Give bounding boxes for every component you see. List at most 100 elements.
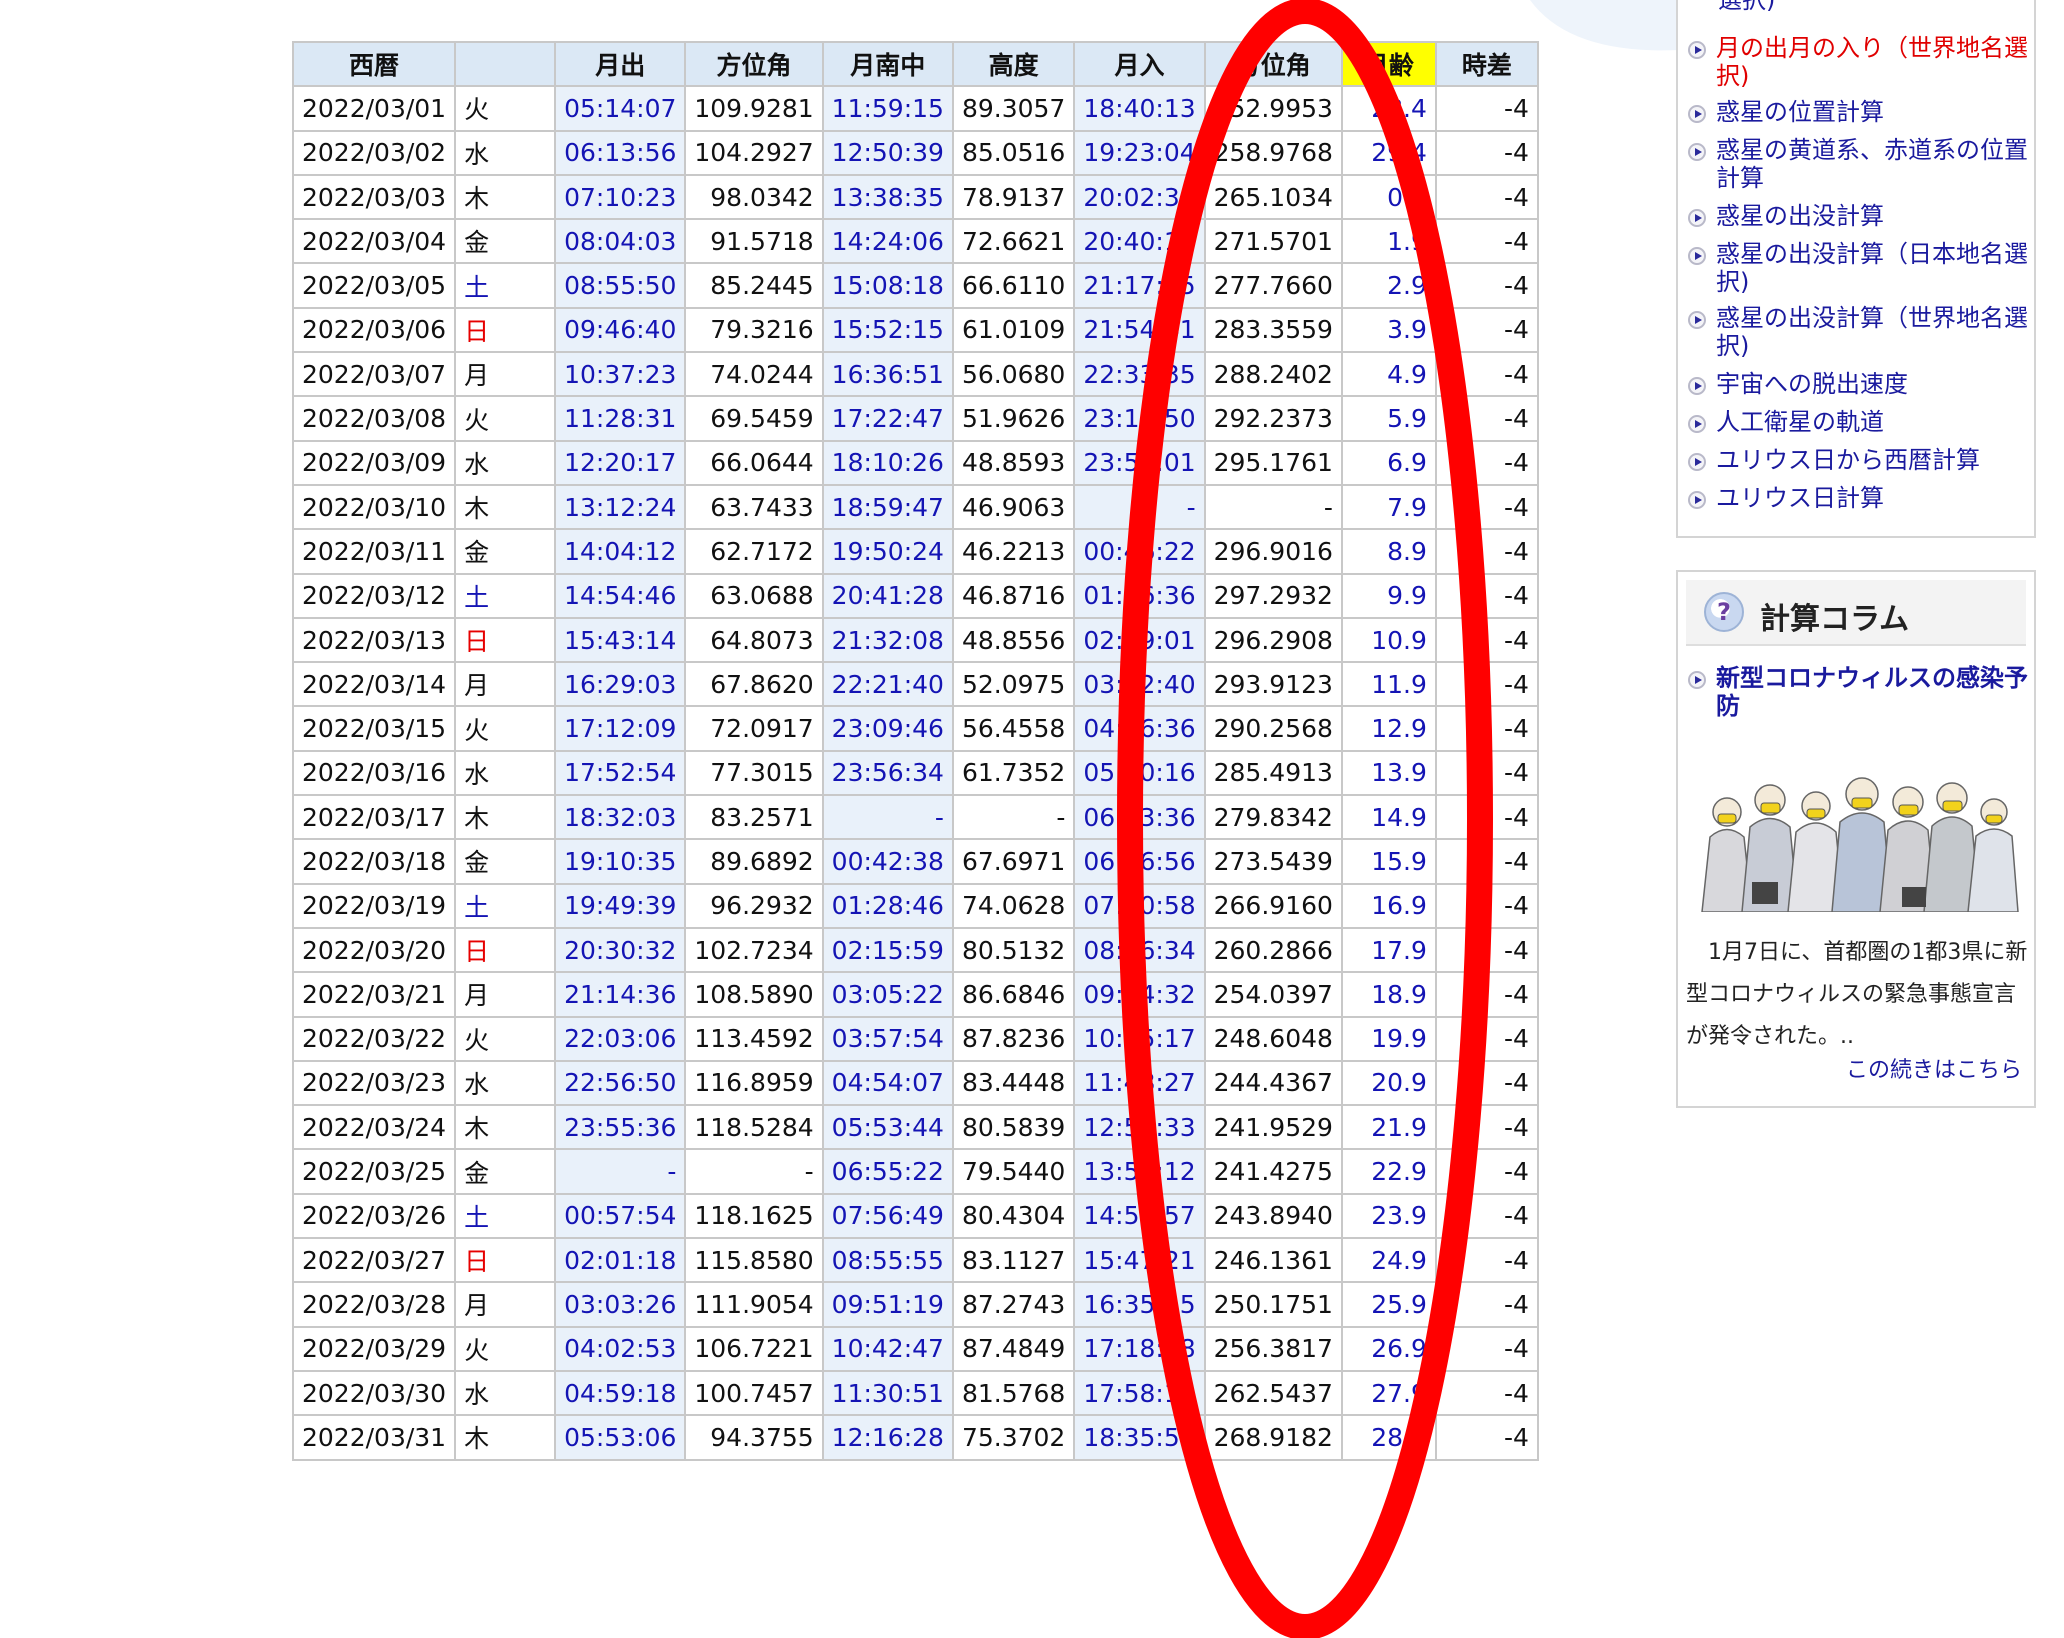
cell-transit[interactable]: 16:36:51 — [821, 351, 954, 398]
cell-moonset[interactable]: 20:40:17 — [1073, 218, 1206, 265]
cell-moonrise[interactable]: 09:46:40 — [554, 306, 687, 354]
cell-moonset[interactable]: 06:03:36 — [1073, 794, 1206, 841]
cell-moonrise[interactable]: 19:10:35 — [554, 838, 687, 885]
cell-moonrise[interactable]: 08:04:03 — [554, 218, 687, 265]
sidebar-item[interactable]: ユリウス日から西暦計算 — [1688, 446, 2028, 474]
sidebar-item[interactable]: 宇宙への脱出速度 — [1688, 370, 2028, 398]
cell-moonrise[interactable]: 18:32:03 — [554, 794, 687, 841]
cell-moonrise[interactable]: 05:53:06 — [554, 1414, 687, 1461]
cell-moonrise[interactable]: 16:29:03 — [554, 661, 687, 708]
cell-moonset[interactable]: 00:46:22 — [1073, 528, 1206, 575]
cell-moonrise[interactable]: 03:03:26 — [554, 1281, 687, 1328]
cell-moon-age[interactable]: 3.9 — [1340, 306, 1437, 354]
cell-moonset[interactable]: 20:02:39 — [1073, 173, 1206, 221]
cell-moonset[interactable]: 17:18:28 — [1073, 1325, 1206, 1372]
cell-moonset[interactable]: 08:46:34 — [1073, 926, 1206, 974]
cell-transit[interactable]: 23:09:46 — [821, 705, 954, 752]
cell-transit[interactable]: 05:53:44 — [821, 1104, 954, 1151]
cell-moonrise[interactable]: 05:14:07 — [554, 85, 687, 132]
cell-transit[interactable]: 12:16:28 — [821, 1414, 954, 1461]
cell-transit[interactable]: 02:15:59 — [821, 926, 954, 974]
sidebar-item-label[interactable]: 惑星の出没計算 — [1716, 202, 1884, 230]
cell-transit[interactable]: 03:57:54 — [821, 1015, 954, 1062]
cell-moonset[interactable]: 12:52:33 — [1073, 1104, 1206, 1151]
sidebar-item[interactable]: ユリウス日計算 — [1688, 484, 2028, 512]
cell-moon-age[interactable]: 10.9 — [1340, 616, 1437, 664]
cell-moonset[interactable]: 23:59:01 — [1073, 439, 1206, 486]
cell-moon-age[interactable]: 8.9 — [1340, 528, 1437, 575]
sidebar-item-label[interactable]: ユリウス日から西暦計算 — [1716, 446, 1980, 474]
cell-moonset[interactable]: 01:36:36 — [1073, 572, 1206, 619]
cell-moon-age[interactable]: 12.9 — [1340, 705, 1437, 752]
sidebar-item[interactable]: 惑星の位置計算 — [1688, 98, 2028, 126]
cell-transit[interactable]: 18:59:47 — [821, 483, 954, 531]
cell-moon-age[interactable]: 13.9 — [1340, 749, 1437, 797]
cell-transit[interactable]: 15:08:18 — [821, 262, 954, 309]
cell-moon-age[interactable]: 11.9 — [1340, 661, 1437, 708]
sidebar-item[interactable]: 選択) — [1688, 0, 2028, 14]
cell-transit[interactable]: 09:51:19 — [821, 1281, 954, 1328]
cell-moonset[interactable]: 16:35:15 — [1073, 1281, 1206, 1328]
cell-moon-age[interactable]: 6.9 — [1340, 439, 1437, 486]
cell-transit[interactable]: 11:30:51 — [821, 1369, 954, 1417]
cell-moon-age[interactable]: 19.9 — [1340, 1015, 1437, 1062]
cell-moonrise[interactable]: 10:37:23 — [554, 351, 687, 398]
cell-transit[interactable]: 07:56:49 — [821, 1192, 954, 1240]
cell-moonset[interactable]: 21:17:15 — [1073, 262, 1206, 309]
cell-transit[interactable]: 19:50:24 — [821, 528, 954, 575]
sidebar-item[interactable]: 惑星の出没計算（日本地名選択) — [1688, 240, 2028, 296]
cell-moonset[interactable]: 13:55:12 — [1073, 1148, 1206, 1195]
cell-transit[interactable]: 13:38:35 — [821, 173, 954, 221]
sidebar-item-label[interactable]: 惑星の黄道系、赤道系の位置計算 — [1716, 136, 2028, 192]
cell-transit[interactable]: 23:56:34 — [821, 749, 954, 797]
cell-moonset[interactable]: 09:44:32 — [1073, 971, 1206, 1018]
cell-moon-age[interactable]: 5.9 — [1340, 395, 1437, 442]
cell-transit[interactable]: 21:32:08 — [821, 616, 954, 664]
sidebar-item-label[interactable]: ユリウス日計算 — [1716, 484, 1884, 512]
cell-moonrise[interactable]: 04:59:18 — [554, 1369, 687, 1417]
cell-moonrise[interactable]: 00:57:54 — [554, 1192, 687, 1240]
cell-moonset[interactable]: 02:29:01 — [1073, 616, 1206, 664]
cell-moonset[interactable]: 17:58:14 — [1073, 1369, 1206, 1417]
cell-moon-age[interactable]: 24.9 — [1340, 1237, 1437, 1284]
cell-moon-age[interactable]: 28.4 — [1340, 85, 1437, 132]
cell-moonrise[interactable]: 19:49:39 — [554, 882, 687, 929]
cell-moonrise[interactable]: 21:14:36 — [554, 971, 687, 1018]
sidebar-item-label[interactable]: 人工衛星の軌道 — [1716, 408, 1884, 436]
cell-moonrise[interactable]: 12:20:17 — [554, 439, 687, 486]
cell-moonrise[interactable]: 23:55:36 — [554, 1104, 687, 1151]
cell-moon-age[interactable]: 1.9 — [1340, 218, 1437, 265]
cell-moonset[interactable]: 03:22:40 — [1073, 661, 1206, 708]
cell-moonrise[interactable]: 22:03:06 — [554, 1015, 687, 1062]
cell-transit[interactable]: 15:52:15 — [821, 306, 954, 354]
cell-moon-age[interactable]: 7.9 — [1340, 483, 1437, 531]
cell-moon-age[interactable]: 29.4 — [1340, 129, 1437, 176]
sidebar-item[interactable]: 月の出月の入り（世界地名選択) — [1688, 34, 2028, 90]
cell-transit[interactable]: 22:21:40 — [821, 661, 954, 708]
cell-moon-age[interactable]: 21.9 — [1340, 1104, 1437, 1151]
cell-moonrise[interactable]: 08:55:50 — [554, 262, 687, 309]
cell-moonrise[interactable]: 04:02:53 — [554, 1325, 687, 1372]
cell-moonset[interactable]: - — [1073, 483, 1206, 531]
cell-transit[interactable]: 14:24:06 — [821, 218, 954, 265]
cell-transit[interactable]: 17:22:47 — [821, 395, 954, 442]
cell-moonset[interactable]: 06:56:56 — [1073, 838, 1206, 885]
cell-moonset[interactable]: 07:50:58 — [1073, 882, 1206, 929]
cell-transit[interactable]: 00:42:38 — [821, 838, 954, 885]
cell-moon-age[interactable]: 17.9 — [1340, 926, 1437, 974]
cell-moonset[interactable]: 04:16:36 — [1073, 705, 1206, 752]
cell-moon-age[interactable]: 18.9 — [1340, 971, 1437, 1018]
cell-moon-age[interactable]: 20.9 — [1340, 1059, 1437, 1107]
cell-moonrise[interactable]: - — [554, 1148, 687, 1195]
cell-transit[interactable]: 20:41:28 — [821, 572, 954, 619]
cell-moonrise[interactable]: 14:54:46 — [554, 572, 687, 619]
column-article-title[interactable]: 新型コロナウィルスの感染予防 — [1716, 664, 2028, 720]
cell-moon-age[interactable]: 0.9 — [1340, 173, 1437, 221]
cell-moonrise[interactable]: 14:04:12 — [554, 528, 687, 575]
cell-moon-age[interactable]: 14.9 — [1340, 794, 1437, 841]
cell-moon-age[interactable]: 4.9 — [1340, 351, 1437, 398]
sidebar-item[interactable]: 惑星の黄道系、赤道系の位置計算 — [1688, 136, 2028, 192]
cell-transit[interactable]: 10:42:47 — [821, 1325, 954, 1372]
cell-moonset[interactable]: 19:23:04 — [1073, 129, 1206, 176]
cell-transit[interactable]: 04:54:07 — [821, 1059, 954, 1107]
